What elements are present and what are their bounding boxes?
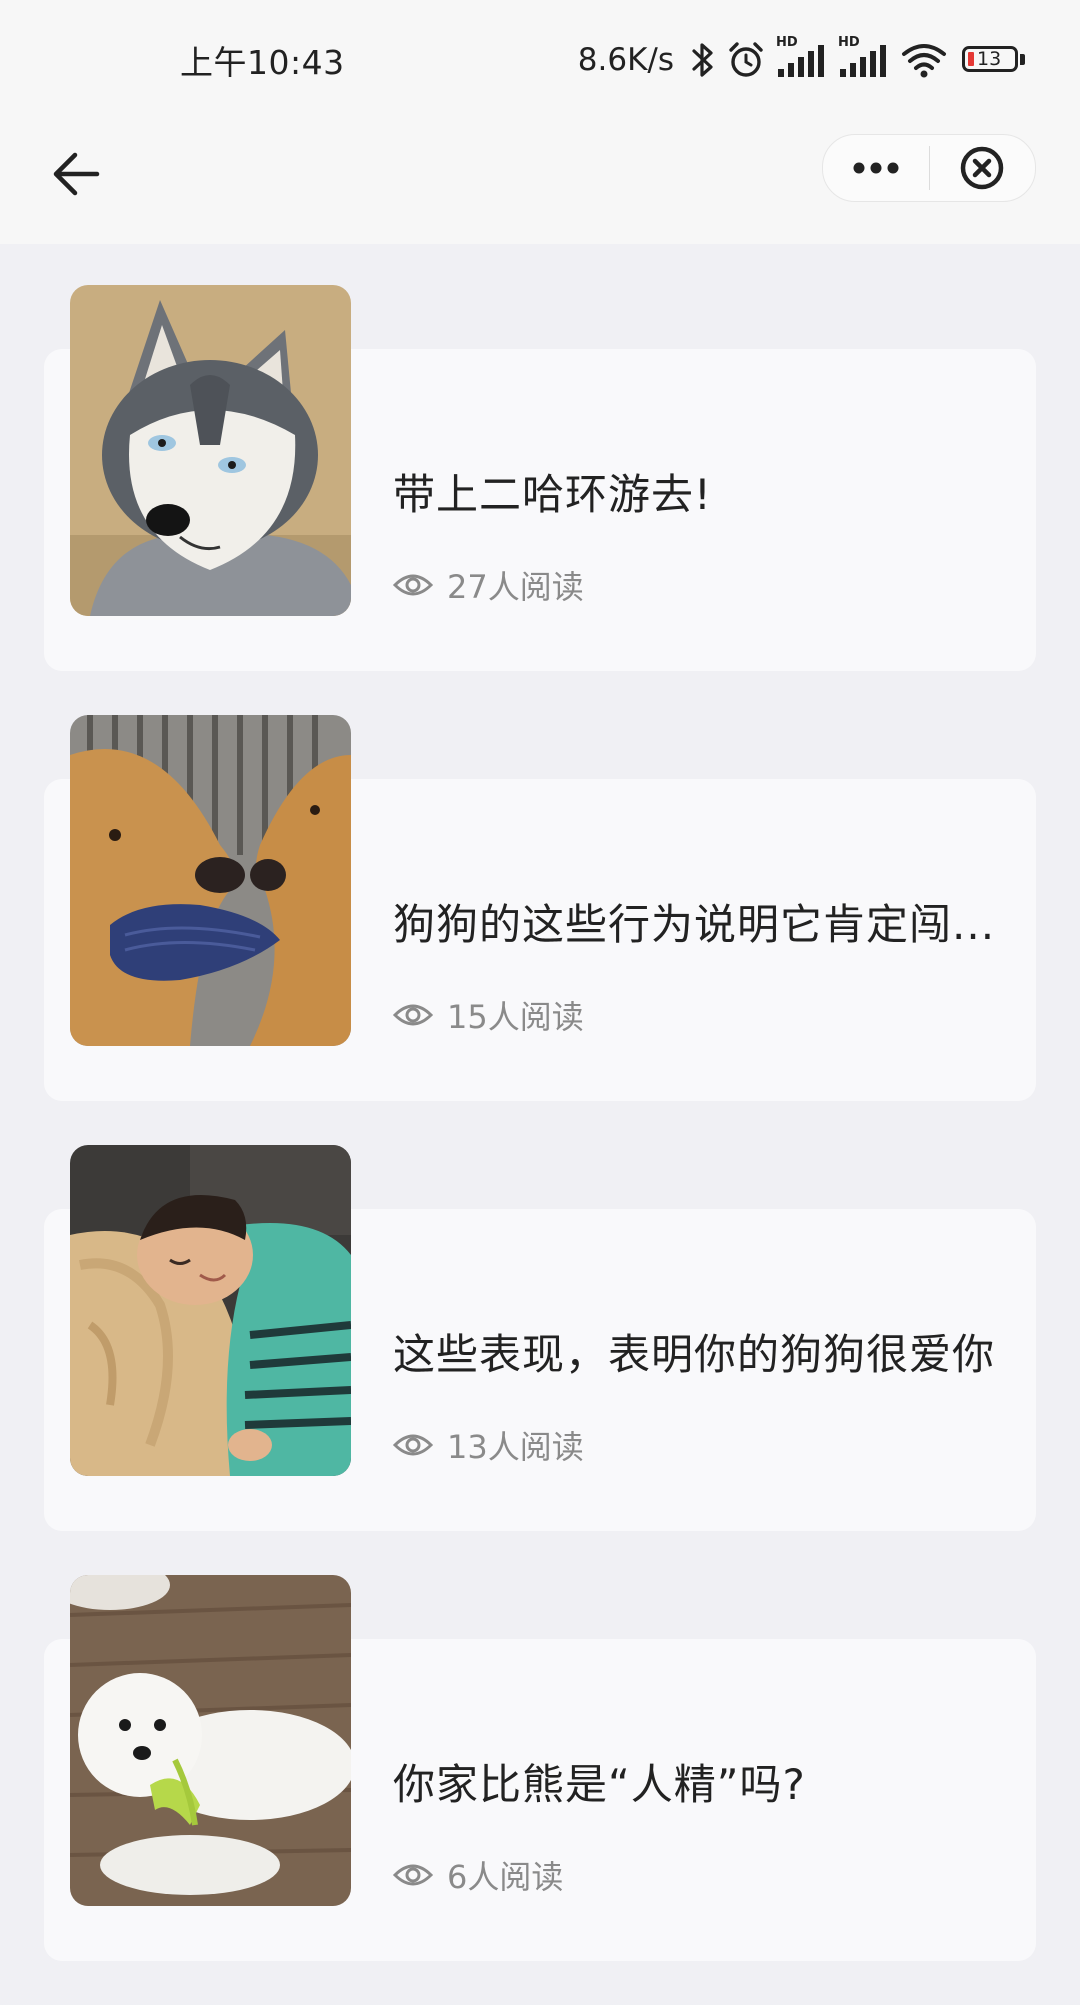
mini-program-capsule [822,134,1036,202]
article-thumbnail [70,1145,351,1476]
article-views: 27人阅读 [393,563,584,607]
article-title: 狗狗的这些行为说明它肯定闯... [393,900,996,949]
views-count: 13人阅读 [447,1428,584,1466]
article-title: 带上二哈环游去! [393,470,712,519]
article-title: 这些表现，表明你的狗狗很爱你 [393,1330,996,1379]
status-time: 上午10:43 [180,43,345,82]
article-thumbnail [70,285,351,616]
network-speed: 8.6K/s [577,42,674,78]
article-title: 你家比熊是“人精”吗? [393,1760,806,1809]
eye-icon [393,1434,433,1456]
views-count: 6人阅读 [447,1858,564,1896]
signal-icon: HD [776,35,828,81]
close-circle-icon [961,146,1004,190]
wifi-icon [902,44,946,78]
article-views: 15人阅读 [393,993,584,1037]
list-item[interactable]: 带上二哈环游去! 27人阅读 [0,285,1080,715]
alarm-icon [729,42,763,77]
signal-icon: HD [838,35,890,81]
status-bar: 上午10:43 8.6K/s HD HD 13 [0,0,1080,120]
bluetooth-icon [692,43,713,77]
article-thumbnail [70,1575,351,1906]
close-button[interactable] [930,135,1036,201]
article-views: 6人阅读 [393,1853,563,1897]
more-button[interactable] [823,135,929,201]
list-item[interactable]: 这些表现，表明你的狗狗很爱你 13人阅读 [0,1145,1080,1575]
article-thumbnail [70,715,351,1046]
views-count: 27人阅读 [447,568,584,606]
back-button[interactable] [44,142,108,206]
list-item[interactable]: 狗狗的这些行为说明它肯定闯... 15人阅读 [0,715,1080,1145]
article-views: 13人阅读 [393,1423,584,1467]
back-arrow-icon [53,152,100,196]
battery-icon: 13 [962,44,1028,76]
views-count: 15人阅读 [447,998,584,1036]
eye-icon [393,1004,433,1026]
more-dots-icon [853,162,899,174]
eye-icon [393,574,433,596]
list-item[interactable]: 你家比熊是“人精”吗? 6人阅读 [0,1575,1080,2005]
battery-level: 13 [977,48,1002,70]
eye-icon [393,1864,433,1886]
nav-bar [0,120,1080,244]
status-indicators: 8.6K/s HD HD 13 [578,30,1028,90]
article-list: 带上二哈环游去! 27人阅读 狗狗的这些行为说明它肯定闯... 15人阅读 这些… [0,244,1080,1961]
